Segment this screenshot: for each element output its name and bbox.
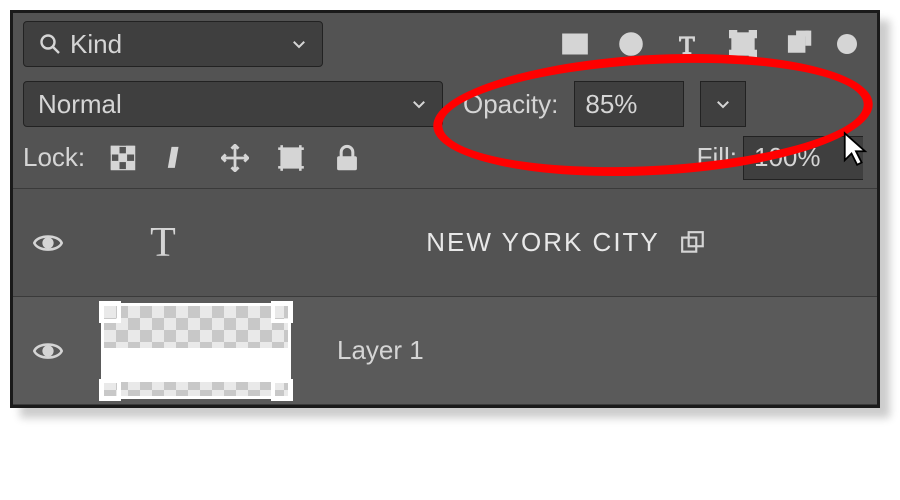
opacity-stepper[interactable] bbox=[700, 81, 746, 127]
layer-row-pixel[interactable]: Layer 1 bbox=[13, 297, 877, 405]
opacity-input[interactable]: 85% bbox=[574, 81, 684, 127]
filter-adjustment-icon[interactable] bbox=[617, 30, 645, 58]
layer-name[interactable]: Layer 1 bbox=[337, 335, 424, 366]
lock-fill-row: Lock: bbox=[13, 133, 877, 189]
layer-filter-row: Kind T bbox=[13, 13, 877, 75]
fill-input[interactable]: 100% bbox=[743, 136, 863, 180]
lock-label: Lock: bbox=[23, 142, 85, 173]
filter-pixel-icon[interactable] bbox=[561, 30, 589, 58]
layers-panel: Kind T Normal bbox=[10, 10, 880, 408]
blend-opacity-row: Normal Opacity: 85% bbox=[13, 75, 877, 133]
layer-link-icon[interactable] bbox=[680, 230, 706, 256]
search-icon bbox=[38, 32, 62, 56]
lock-artboard-icon[interactable] bbox=[277, 144, 305, 172]
opacity-value: 85% bbox=[585, 89, 637, 120]
lock-image-icon[interactable] bbox=[165, 144, 193, 172]
chevron-down-icon bbox=[410, 95, 428, 113]
lock-transparency-icon[interactable] bbox=[109, 144, 137, 172]
lock-position-icon[interactable] bbox=[221, 144, 249, 172]
blend-mode-dropdown[interactable]: Normal bbox=[23, 81, 443, 127]
layer-name[interactable]: NEW YORK CITY bbox=[426, 227, 660, 258]
filter-type-buttons: T bbox=[561, 30, 813, 58]
filter-type-icon[interactable]: T bbox=[673, 30, 701, 58]
filter-shape-icon[interactable] bbox=[729, 30, 757, 58]
layer-thumbnail[interactable] bbox=[101, 303, 291, 399]
visibility-toggle-icon[interactable] bbox=[33, 336, 63, 366]
fill-label: Fill: bbox=[697, 142, 737, 173]
chevron-down-icon bbox=[290, 35, 308, 53]
opacity-label: Opacity: bbox=[463, 89, 558, 120]
layer-row-text[interactable]: T NEW YORK CITY bbox=[13, 189, 877, 297]
filter-kind-label: Kind bbox=[70, 29, 122, 60]
visibility-toggle-icon[interactable] bbox=[33, 228, 63, 258]
chevron-down-icon bbox=[714, 95, 732, 113]
type-layer-icon: T bbox=[139, 219, 187, 267]
blend-mode-value: Normal bbox=[38, 89, 122, 120]
lock-buttons bbox=[109, 144, 361, 172]
fill-value: 100% bbox=[754, 142, 821, 173]
svg-text:T: T bbox=[679, 30, 695, 58]
filter-kind-dropdown[interactable]: Kind bbox=[23, 21, 323, 67]
filter-toggle-switch[interactable] bbox=[837, 34, 857, 54]
lock-all-icon[interactable] bbox=[333, 144, 361, 172]
filter-smartobject-icon[interactable] bbox=[785, 30, 813, 58]
